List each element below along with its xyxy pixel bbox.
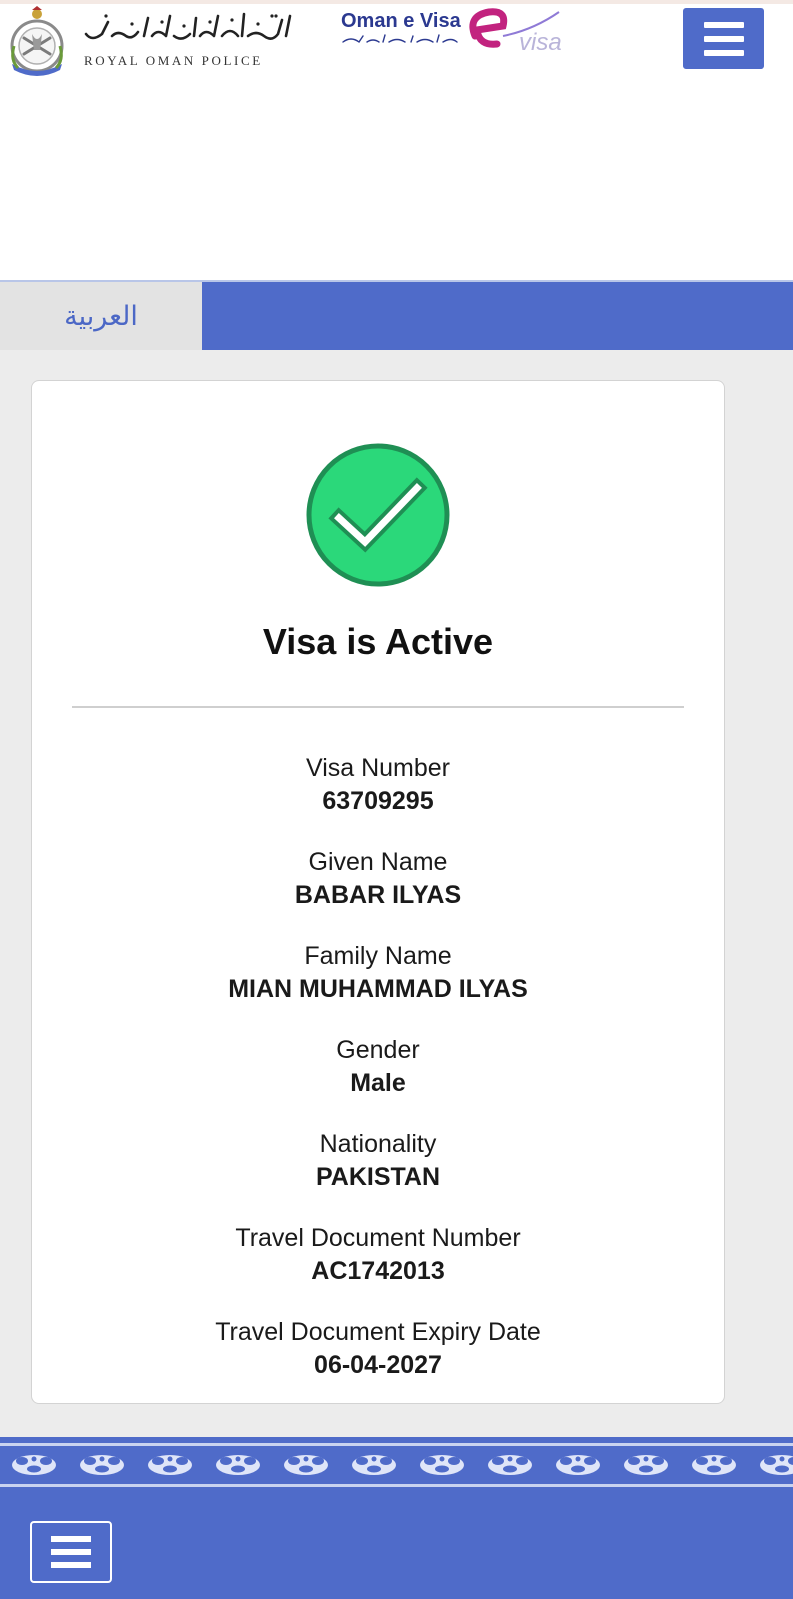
- visa-status-card: Visa is Active Visa Number 63709295 Give…: [31, 380, 725, 1404]
- field-value: PAKISTAN: [315, 1163, 441, 1191]
- navigation-bar: [202, 282, 793, 350]
- decorative-pattern-band: [0, 1437, 793, 1493]
- hamburger-menu-icon: [51, 1536, 91, 1542]
- travel-document-number-field: Travel Document Number AC1742013: [32, 1223, 724, 1317]
- field-label: Travel Document Number: [235, 1224, 521, 1252]
- royal-oman-police-wordmark[interactable]: ROYAL OMAN POLICE: [84, 53, 263, 69]
- gender-field: Gender Male: [32, 1035, 724, 1129]
- site-header: ROYAL OMAN POLICE Oman e Visa visa: [0, 4, 793, 280]
- language-switch-link[interactable]: العربية: [0, 282, 202, 350]
- footer-menu-button[interactable]: [30, 1521, 112, 1583]
- hamburger-menu-icon: [703, 21, 744, 28]
- family-name-field: Family Name MIAN MUHAMMAD ILYAS: [32, 941, 724, 1035]
- field-label: Gender: [336, 1036, 420, 1064]
- visa-number-field: Visa Number 63709295: [32, 753, 724, 847]
- field-label: Visa Number: [305, 754, 451, 782]
- card-divider: [72, 706, 684, 708]
- visa-details-list: Visa Number 63709295 Given Name BABAR IL…: [32, 753, 724, 1411]
- evisa-title[interactable]: Oman e Visa: [341, 10, 461, 33]
- field-value: MIAN MUHAMMAD ILYAS: [228, 975, 528, 1003]
- given-name-field: Given Name BABAR ILYAS: [32, 847, 724, 941]
- hamburger-menu-icon: [51, 1562, 91, 1568]
- hamburger-menu-icon: [703, 49, 744, 56]
- field-label: Nationality: [319, 1130, 437, 1158]
- check-circle-icon: [306, 443, 450, 587]
- royal-oman-police-arabic-calligraphy[interactable]: [82, 8, 297, 44]
- field-value: 06-04-2027: [314, 1351, 442, 1379]
- evisa-logo-icon[interactable]: visa: [463, 6, 571, 56]
- header-menu-button[interactable]: [683, 8, 764, 69]
- nationality-field: Nationality PAKISTAN: [32, 1129, 724, 1223]
- travel-document-expiry-field: Travel Document Expiry Date 06-04-2027: [32, 1317, 724, 1411]
- hamburger-menu-icon: [51, 1549, 91, 1555]
- field-label: Travel Document Expiry Date: [215, 1318, 541, 1346]
- hamburger-menu-icon: [703, 35, 744, 42]
- svg-text:visa: visa: [519, 29, 562, 56]
- field-label: Family Name: [304, 942, 452, 970]
- royal-oman-police-emblem-icon[interactable]: [4, 6, 70, 78]
- evisa-arabic-subtitle: [342, 34, 458, 44]
- field-value: AC1742013: [311, 1257, 445, 1285]
- field-value: Male: [350, 1069, 406, 1097]
- field-value: 63709295: [322, 787, 434, 815]
- site-footer: [0, 1493, 793, 1599]
- visa-status-title: Visa is Active: [262, 621, 494, 662]
- field-label: Given Name: [308, 848, 448, 876]
- field-value: BABAR ILYAS: [294, 881, 462, 909]
